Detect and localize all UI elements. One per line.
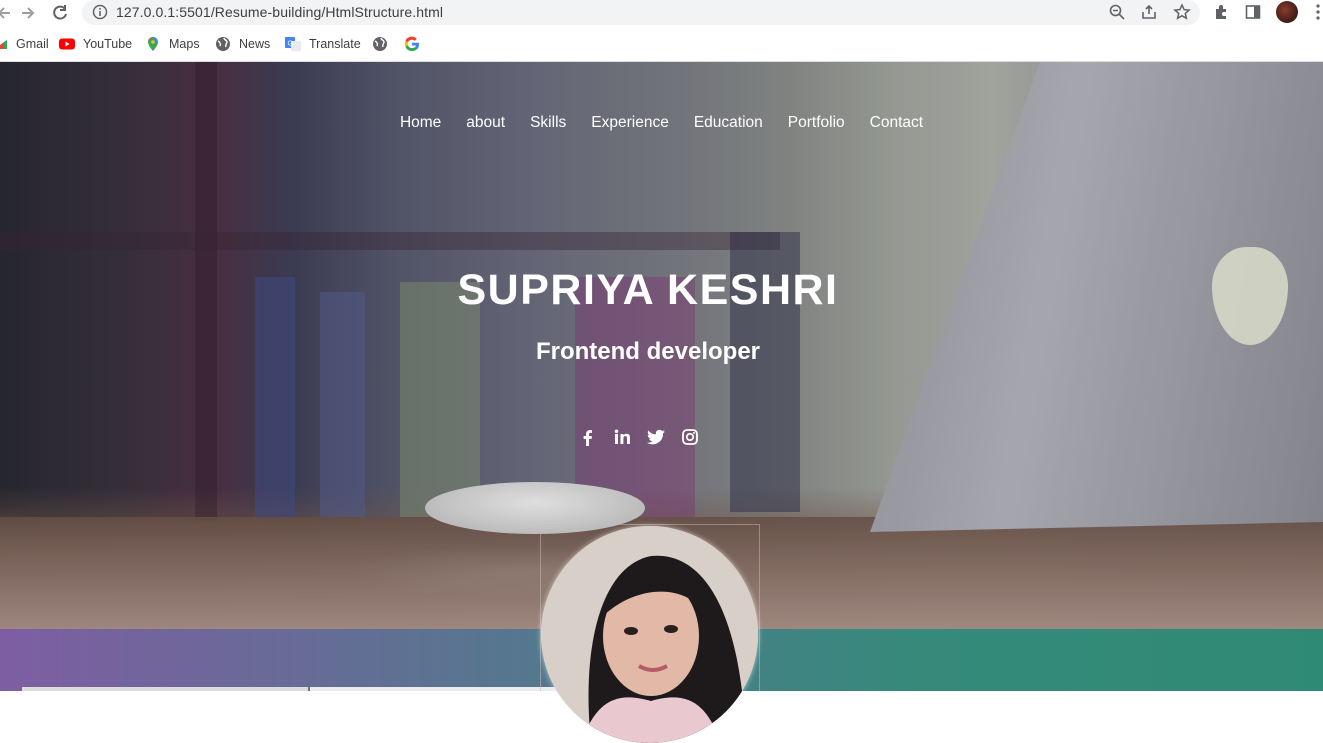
extensions-icon[interactable]	[1212, 3, 1230, 21]
site-info-icon[interactable]	[92, 4, 108, 20]
horizontal-scrollbar[interactable]	[22, 687, 308, 691]
bookmark-label: Maps	[169, 37, 200, 51]
bookmark-label: YouTube	[83, 37, 133, 51]
bookmark-translate[interactable]: G Translate	[285, 35, 361, 53]
bookmark-label: Translate	[309, 37, 361, 51]
hero-name: SUPRIYA KESHRI	[457, 266, 839, 314]
maps-icon	[148, 37, 158, 51]
globe-icon	[216, 37, 230, 51]
browser-toolbar: 127.0.0.1:5501/Resume-building/HtmlStruc…	[0, 0, 1323, 26]
main-nav: Home about Skills Experience Education P…	[0, 114, 1323, 132]
nav-portfolio[interactable]: Portfolio	[775, 114, 857, 132]
side-panel-icon[interactable]	[1244, 3, 1262, 21]
nav-about[interactable]: about	[454, 114, 518, 132]
profile-photo	[541, 526, 758, 743]
instagram-icon[interactable]	[680, 427, 700, 447]
nav-skills[interactable]: Skills	[518, 114, 579, 132]
bookmark-youtube[interactable]: YouTube	[59, 35, 132, 53]
bookmark-google[interactable]	[404, 35, 428, 53]
hero-role: Frontend developer	[535, 338, 761, 365]
translate-icon: G	[285, 37, 301, 51]
gmail-icon	[0, 40, 7, 49]
profile-avatar[interactable]	[1276, 1, 1298, 23]
social-links	[578, 427, 700, 447]
avatar	[541, 526, 758, 743]
address-bar[interactable]: 127.0.0.1:5501/Resume-building/HtmlStruc…	[82, 0, 1200, 25]
bookmark-label: News	[239, 37, 271, 51]
share-icon[interactable]	[1140, 3, 1158, 21]
bookmarks-bar: Gmail YouTube Maps News G Translate	[0, 26, 1323, 62]
twitter-icon[interactable]	[646, 427, 666, 447]
globe-icon	[373, 37, 387, 51]
google-icon	[404, 36, 419, 52]
bookmark-news[interactable]: News	[215, 35, 270, 53]
facebook-icon[interactable]	[578, 427, 598, 447]
zoom-icon[interactable]	[1108, 3, 1126, 21]
youtube-icon	[59, 38, 75, 50]
bookmark-label: Gmail	[16, 37, 49, 51]
menu-icon[interactable]	[1316, 4, 1320, 20]
nav-experience[interactable]: Experience	[579, 114, 682, 132]
nav-contact[interactable]: Contact	[857, 114, 935, 132]
bookmark-gmail[interactable]: Gmail	[0, 35, 49, 53]
nav-home[interactable]: Home	[387, 114, 453, 132]
svg-text:G: G	[288, 41, 293, 48]
linkedin-icon[interactable]	[612, 427, 632, 447]
bookmark-maps[interactable]: Maps	[145, 35, 200, 53]
reload-icon[interactable]	[50, 3, 70, 23]
bookmark-star-icon[interactable]	[1173, 3, 1191, 21]
back-icon[interactable]	[0, 3, 14, 23]
forward-icon[interactable]	[18, 3, 38, 23]
url-text: 127.0.0.1:5501/Resume-building/HtmlStruc…	[116, 4, 444, 20]
bookmark-globe[interactable]	[372, 35, 396, 53]
nav-education[interactable]: Education	[681, 114, 775, 132]
